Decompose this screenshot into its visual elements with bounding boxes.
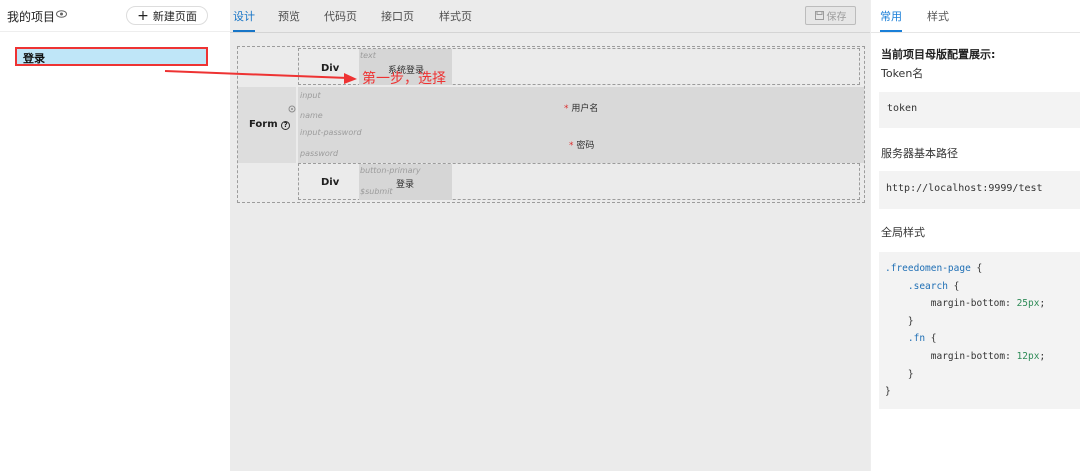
save-icon [814,11,824,20]
div-label: Div [321,177,340,188]
base-path-label: 服务器基本路径 [881,147,958,160]
design-canvas: Div text 系统登录 Form ? input name * 用户名 in… [237,46,865,203]
tab-design[interactable]: 设计 [233,8,255,32]
page-item-login[interactable]: 登录 [15,47,208,66]
question-icon[interactable]: ? [281,121,291,130]
tab-api[interactable]: 接口页 [381,8,414,24]
tab-style[interactable]: 样式页 [439,8,472,24]
global-style-editor[interactable]: .freedomen-page { .search { margin-botto… [879,252,1080,409]
panel-tabs: 常用 样式 [871,0,1080,33]
password-field[interactable]: * 密码 [569,138,594,151]
username-field[interactable]: * 用户名 [564,101,598,114]
plus-icon: + [137,7,149,24]
panel-heading: 当前项目母版配置展示: [881,48,996,61]
global-style-label: 全局样式 [881,226,925,239]
div-label: Div [321,63,340,74]
new-page-button[interactable]: + 新建页面 [126,6,208,25]
ghost-button-type: button-primary [360,166,421,175]
ghost-name: name [300,111,323,120]
tab-preview[interactable]: 预览 [278,8,300,24]
project-sidebar: 我的项目 + 新建页面 登录 [0,0,230,471]
token-input[interactable]: token [879,92,1080,128]
project-title: 我的项目 [7,10,56,24]
form-label: Form ? [249,119,291,130]
tab-common[interactable]: 常用 [880,8,902,32]
ghost-submit: $submit [360,187,393,196]
ghost-input-password: input-password [300,128,362,137]
gear-icon[interactable] [288,105,296,113]
new-page-label: 新建页面 [152,9,197,23]
base-path-input[interactable]: http://localhost:9999/test [879,171,1080,209]
ghost-text: text [360,51,376,60]
annotation-text: 第一步，选择 [362,71,446,87]
sidebar-header: 我的项目 + 新建页面 [0,0,230,32]
save-button[interactable]: 保存 [805,6,856,25]
eye-icon[interactable] [56,10,67,18]
token-label: Token名 [881,67,924,80]
tab-styles[interactable]: 样式 [927,8,949,24]
form-fields-area[interactable] [298,87,864,163]
ghost-password: password [300,149,339,158]
editor-tabs: 设计 预览 代码页 接口页 样式页 保存 [230,0,870,33]
save-label: 保存 [826,12,847,23]
login-button-text: 登录 [396,180,415,190]
config-panel: 常用 样式 当前项目母版配置展示: Token名 token 服务器基本路径 h… [870,0,1080,471]
tab-code[interactable]: 代码页 [324,8,357,24]
ghost-input: input [300,91,321,100]
div-block-submit[interactable]: Div button-primary $submit 登录 [298,163,860,200]
